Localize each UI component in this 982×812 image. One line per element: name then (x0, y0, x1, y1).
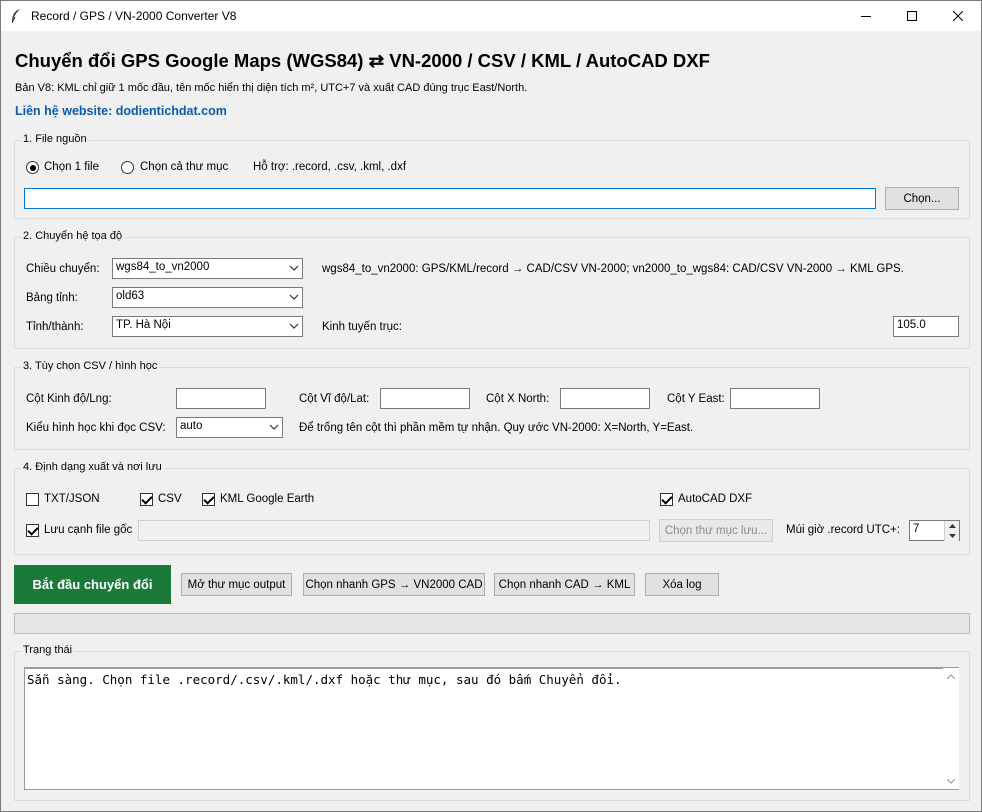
app-window: Record / GPS / VN-2000 Converter V8 Chuy… (0, 0, 982, 812)
minimize-button[interactable] (843, 1, 889, 31)
source-legend: 1. File nguồn (21, 133, 89, 145)
output-legend: 4. Định dạng xuất và nơi lưu (21, 461, 164, 473)
progress-bar (14, 613, 970, 634)
output-folder-input[interactable] (138, 520, 650, 541)
clear-log-button[interactable]: Xóa log (645, 573, 719, 596)
province-table-value: old63 (116, 290, 145, 302)
chevron-down-icon (289, 294, 299, 300)
chevron-down-icon (269, 424, 279, 430)
spin-up-icon[interactable] (944, 521, 959, 531)
meridian-label: Kinh tuyến trục: (322, 321, 402, 333)
choose-output-folder-button[interactable]: Chọn thư mục lưu... (659, 519, 773, 542)
y-column-label: Cột Y East: (667, 393, 725, 405)
direction-help-text: wgs84_to_vn2000: GPS/KML/record → CAD/CS… (322, 263, 904, 275)
csv-help-text: Để trống tên cột thì phần mềm tự nhận. Q… (299, 422, 694, 434)
timezone-value: 7 (913, 523, 920, 535)
source-path-input[interactable] (24, 188, 876, 209)
lat-column-input[interactable] (380, 388, 470, 409)
save-beside-checkbox[interactable] (26, 524, 39, 537)
page-subtitle: Bản V8: KML chỉ giữ 1 mốc đầu, tên mốc h… (15, 82, 528, 94)
save-beside-label[interactable]: Lưu cạnh file gốc (44, 524, 132, 536)
quick-gps-button[interactable]: Chọn nhanh GPS → VN2000 CAD (303, 573, 485, 596)
maximize-icon (907, 11, 917, 21)
output-group: 4. Định dạng xuất và nơi lưu (14, 461, 970, 555)
csv-checkbox[interactable] (140, 493, 153, 506)
lng-column-input[interactable] (176, 388, 266, 409)
page-title: Chuyển đổi GPS Google Maps (WGS84) ⇄ VN-… (15, 50, 710, 71)
province-value: TP. Hà Nội (116, 319, 171, 331)
radio-folder-label[interactable]: Chọn cả thư mục (140, 161, 228, 173)
radio-folder[interactable] (121, 161, 134, 174)
timezone-label: Múi giờ .record UTC+: (786, 524, 900, 536)
direction-select[interactable]: wgs84_to_vn2000 (112, 258, 303, 279)
direction-label: Chiều chuyển: (26, 263, 100, 275)
lng-column-label: Cột Kinh độ/Lng: (26, 393, 112, 405)
scroll-down-icon[interactable] (947, 779, 955, 784)
geometry-select[interactable]: auto (176, 417, 283, 438)
chevron-down-icon (289, 265, 299, 271)
open-output-button[interactable]: Mở thư mục output (181, 573, 292, 596)
x-column-label: Cột X North: (486, 393, 550, 405)
title-bar: Record / GPS / VN-2000 Converter V8 (1, 1, 981, 31)
dxf-label[interactable]: AutoCAD DXF (678, 493, 752, 505)
feather-icon (10, 8, 24, 24)
status-legend: Trạng thái (21, 644, 75, 656)
scroll-up-icon[interactable] (947, 674, 955, 679)
radio-single-file[interactable] (26, 161, 39, 174)
geometry-value: auto (180, 420, 203, 432)
close-icon (953, 11, 963, 21)
choose-source-button[interactable]: Chọn... (885, 187, 959, 210)
log-scrollbar[interactable] (943, 668, 959, 789)
x-column-input[interactable] (560, 388, 650, 409)
window-title: Record / GPS / VN-2000 Converter V8 (31, 9, 237, 23)
meridian-input[interactable]: 105.0 (893, 316, 959, 337)
province-label: Tỉnh/thành: (26, 321, 84, 333)
spin-down-icon[interactable] (944, 531, 959, 541)
csv-legend: 3. Tùy chọn CSV / hình học (21, 360, 160, 372)
txt-json-checkbox[interactable] (26, 493, 39, 506)
support-formats-text: Hỗ trợ: .record, .csv, .kml, .dxf (253, 161, 407, 173)
kml-checkbox[interactable] (202, 493, 215, 506)
direction-value: wgs84_to_vn2000 (116, 261, 210, 273)
timezone-spinbox[interactable]: 7 (909, 520, 960, 541)
status-log[interactable]: Sẵn sàng. Chọn file .record/.csv/.kml/.d… (24, 667, 959, 790)
province-table-select[interactable]: old63 (112, 287, 303, 308)
kml-label[interactable]: KML Google Earth (220, 493, 314, 505)
province-select[interactable]: TP. Hà Nội (112, 316, 303, 337)
chevron-down-icon (289, 323, 299, 329)
dxf-checkbox[interactable] (660, 493, 673, 506)
minimize-icon (861, 16, 871, 17)
txt-json-label[interactable]: TXT/JSON (44, 493, 100, 505)
close-button[interactable] (935, 1, 981, 31)
province-table-label: Bảng tỉnh: (26, 292, 78, 304)
csv-label[interactable]: CSV (158, 493, 182, 505)
csv-group: 3. Tùy chọn CSV / hình học (14, 360, 970, 450)
quick-cad-button[interactable]: Chọn nhanh CAD → KML (494, 573, 635, 596)
website-link[interactable]: Liên hệ website: dodientichdat.com (15, 104, 227, 118)
geometry-label: Kiểu hình học khi đọc CSV: (26, 422, 166, 434)
start-convert-button[interactable]: Bắt đầu chuyển đổi (14, 565, 171, 604)
maximize-button[interactable] (889, 1, 935, 31)
lat-column-label: Cột Vĩ độ/Lat: (299, 393, 370, 405)
radio-single-file-label[interactable]: Chọn 1 file (44, 161, 99, 173)
y-column-input[interactable] (730, 388, 820, 409)
coords-legend: 2. Chuyển hệ tọa độ (21, 230, 125, 242)
